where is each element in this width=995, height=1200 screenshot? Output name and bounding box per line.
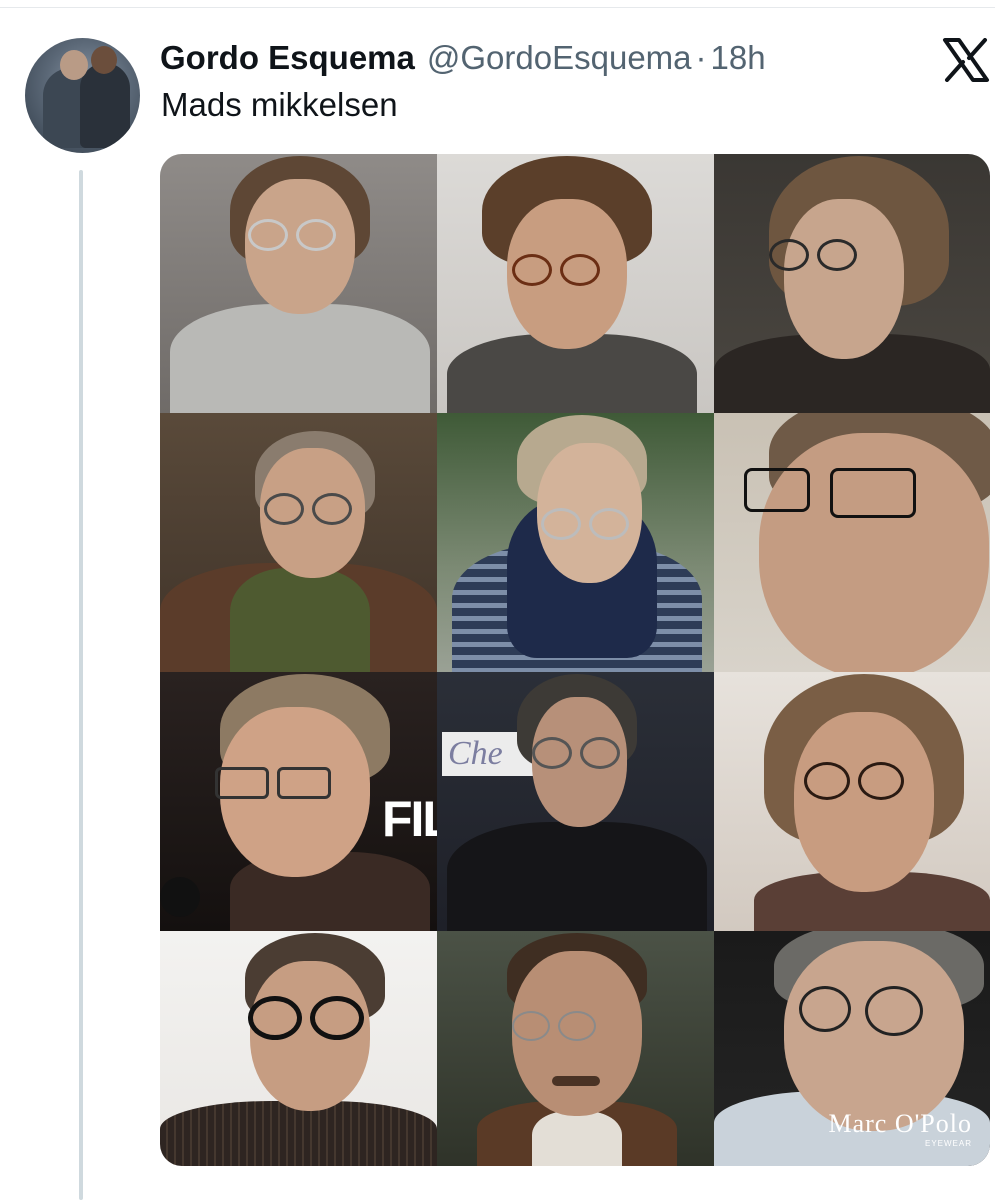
- glasses-icon: [512, 1011, 596, 1041]
- photo-round-tortoise-glasses[interactable]: [437, 154, 714, 413]
- glasses-icon: [512, 254, 600, 286]
- photo-figure-body: [160, 1101, 437, 1166]
- photo-figure-head: [784, 199, 904, 359]
- top-divider: [0, 7, 995, 8]
- author-avatar[interactable]: [25, 38, 140, 153]
- avatar-figure: [80, 63, 130, 148]
- glasses-icon: [744, 468, 916, 518]
- glasses-icon: [215, 767, 331, 799]
- glasses-icon: [799, 986, 923, 1036]
- background-sign-text: FIL: [382, 791, 437, 847]
- glasses-icon: [532, 737, 620, 769]
- photo-figure-head: [794, 712, 934, 892]
- avatar-head: [91, 46, 117, 74]
- photo-event-microphone[interactable]: FIL: [160, 672, 437, 931]
- photo-chef-sign[interactable]: Che: [437, 672, 714, 931]
- mustache: [552, 1076, 600, 1086]
- photo-period-mustache[interactable]: [437, 931, 714, 1166]
- photo-closeup-black-glasses[interactable]: [714, 413, 990, 672]
- x-logo-icon: [942, 38, 990, 82]
- glasses-icon: [769, 239, 857, 271]
- glasses-icon: [804, 762, 904, 800]
- photo-figure-head: [784, 941, 964, 1131]
- brand-watermark: Marc O'Polo EYEWEAR: [828, 1109, 972, 1148]
- photo-dark-jacket[interactable]: [714, 154, 990, 413]
- photo-figure-body: [170, 304, 430, 413]
- tweet-text: Mads mikkelsen: [161, 86, 398, 123]
- glasses-icon: [248, 996, 364, 1040]
- photo-pinstripe-suit[interactable]: [160, 931, 437, 1166]
- brand-watermark-subtext: EYEWEAR: [924, 1139, 972, 1148]
- photo-figure-body: [230, 568, 370, 672]
- tweet-header: Gordo Esquema @GordoEsquema · 18h: [160, 36, 766, 80]
- brand-watermark-text: Marc O'Polo: [828, 1109, 972, 1138]
- separator-dot: ·: [695, 39, 707, 76]
- photo-striped-hoodie-outdoors[interactable]: [437, 413, 714, 672]
- photo-figure-body: [532, 1111, 622, 1166]
- thread-connector-line: [79, 170, 83, 1200]
- photo-marc-opolo-ad[interactable]: Marc O'Polo EYEWEAR: [714, 931, 990, 1166]
- glasses-icon: [541, 508, 629, 540]
- media-grid[interactable]: FIL Che: [160, 154, 990, 1166]
- photo-figure-body: [447, 822, 707, 931]
- glasses-icon: [264, 493, 352, 525]
- tweet-timestamp[interactable]: 18h: [711, 39, 766, 77]
- photo-grey-turtleneck[interactable]: [160, 154, 437, 413]
- author-handle[interactable]: @GordoEsquema: [427, 39, 692, 77]
- photo-green-jacket-smiling[interactable]: [160, 413, 437, 672]
- photo-wavy-hair-glasses[interactable]: [714, 672, 990, 931]
- author-name[interactable]: Gordo Esquema: [160, 39, 415, 77]
- avatar-head: [60, 50, 88, 80]
- glasses-icon: [248, 219, 336, 251]
- microphone-icon: [160, 877, 200, 917]
